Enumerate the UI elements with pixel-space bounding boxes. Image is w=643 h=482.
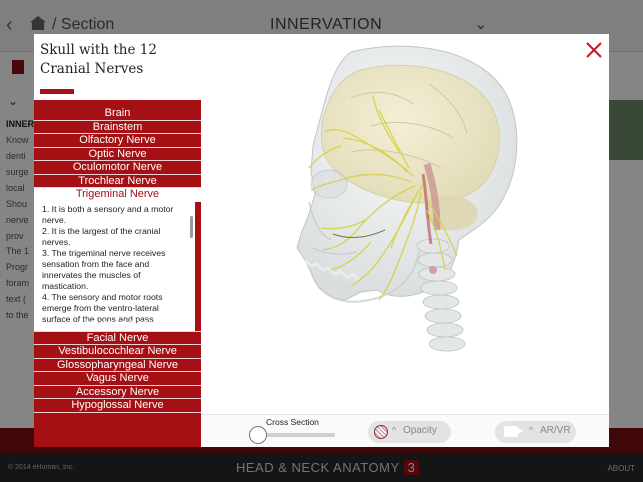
ar-vr-label: AR/VR — [540, 425, 571, 436]
title-accent-bar — [40, 89, 74, 94]
nerve-item-optic[interactable]: Optic Nerve — [34, 148, 201, 161]
nerve-item-trochlear[interactable]: Trochlear Nerve — [34, 175, 201, 188]
opacity-button[interactable]: ^ Opacity — [368, 421, 451, 443]
nerve-item-vagus[interactable]: Vagus Nerve — [34, 372, 201, 386]
nerve-detail-box[interactable]: 1. It is both a sensory and a motor nerv… — [34, 201, 195, 332]
detail-point: 3. The trigeminal nerve receives sensati… — [42, 247, 166, 291]
skull-nerves-illustration — [296, 45, 518, 352]
nerve-item-hypoglossal[interactable]: Hypoglossal Nerve — [34, 399, 201, 413]
nerve-item-oculomotor[interactable]: Oculomotor Nerve — [34, 161, 201, 175]
nerve-list-lower: Abducens Nerve Facial Nerve Vestibulococ… — [34, 318, 201, 413]
nerve-list-panel: Skull with the 12 Cranial Nerves Brain B… — [34, 34, 201, 447]
nerve-item-trigeminal[interactable]: Trigeminal Nerve — [34, 188, 201, 202]
nerve-list: Brain Brainstem Olfactory Nerve Optic Ne… — [34, 107, 201, 332]
opacity-label: Opacity — [403, 425, 437, 436]
nerve-item-glossopharyngeal[interactable]: Glossopharyngeal Nerve — [34, 359, 201, 372]
nerve-item-olfactory[interactable]: Olfactory Nerve — [34, 134, 201, 148]
camera-icon — [504, 426, 523, 437]
cross-section-label: Cross Section — [266, 417, 319, 427]
model-title: Skull with the 12 Cranial Nerves — [40, 42, 157, 77]
ar-vr-button[interactable]: ^ AR/VR — [495, 421, 576, 443]
detail-point: 1. It is both a sensory and a motor nerv… — [42, 203, 174, 225]
nerve-item-brain[interactable]: Brain — [34, 107, 201, 121]
model-viewport[interactable] — [201, 34, 609, 414]
nerve-item-facial[interactable]: Facial Nerve — [34, 332, 201, 345]
nerve-item-accessory[interactable]: Accessory Nerve — [34, 386, 201, 399]
opacity-icon — [374, 425, 388, 439]
panel-header: Skull with the 12 Cranial Nerves — [34, 34, 201, 100]
detail-point: 2. It is the largest of the cranial nerv… — [42, 225, 161, 247]
viewer-controls: Cross Section ^ Opacity ^ AR/VR — [201, 414, 609, 447]
caret-up-icon: ^ — [392, 425, 397, 435]
model-viewer-modal: Skull with the 12 Cranial Nerves Brain B… — [34, 34, 609, 447]
nerve-item-vestibulocochlear[interactable]: Vestibulocochlear Nerve — [34, 345, 201, 359]
caret-up-icon: ^ — [529, 425, 534, 435]
close-icon[interactable] — [584, 40, 604, 60]
nerve-item-abducens[interactable]: Abducens Nerve — [34, 318, 201, 332]
cross-section-slider[interactable] — [259, 433, 335, 437]
detail-scrollbar[interactable] — [190, 215, 193, 238]
nerve-detail-text: 1. It is both a sensory and a motor nerv… — [34, 202, 195, 325]
cross-section-slider-knob[interactable] — [249, 426, 267, 444]
nerve-item-brainstem[interactable]: Brainstem — [34, 121, 201, 134]
